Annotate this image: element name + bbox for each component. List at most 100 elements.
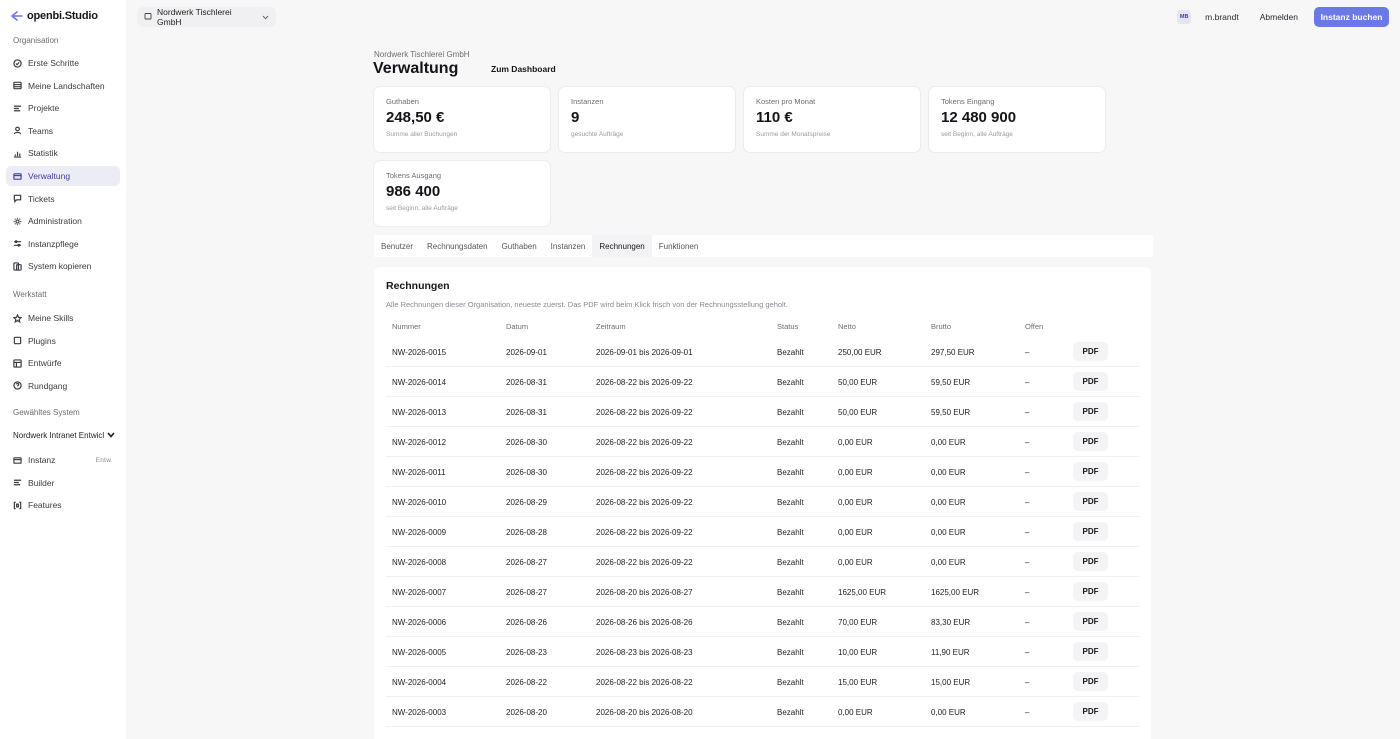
cell-datum: 2026-08-27 [506, 557, 547, 567]
table-row: NW-2026-0003 2026-08-20 2026-08-20 bis 202… [386, 697, 1139, 727]
pdf-download-button[interactable]: PDF [1073, 372, 1108, 391]
table-row: NW-2026-0014 2026-08-31 2026-08-22 bis 202… [386, 367, 1139, 397]
avatar[interactable]: MB [1177, 10, 1192, 24]
pdf-download-button[interactable]: PDF [1073, 522, 1108, 541]
kpi-value: 110 € [756, 109, 793, 126]
sidebar-item-tickets[interactable]: Tickets [6, 189, 120, 209]
table-row: NW-2026-0011 2026-08-30 2026-08-22 bis 202… [386, 457, 1139, 487]
cell-datum: 2026-08-20 [506, 707, 547, 717]
system-select[interactable]: Nordwerk Intranet Entwicl [7, 426, 121, 444]
kpi-subtitle: Summe der Monatspreise [756, 131, 831, 138]
sidebar-item-entwuerfe[interactable]: Entwürfe [6, 353, 120, 373]
table-row: NW-2026-0012 2026-08-30 2026-08-22 bis 202… [386, 427, 1139, 457]
dashboard-link[interactable]: Zum Dashboard [491, 64, 556, 74]
cell-zeitraum: 2026-08-26 bis 2026-08-26 [596, 617, 693, 627]
tab-bar: Benutzer Rechnungsdaten Guthaben Instanzen R… [374, 235, 1153, 257]
kpi-label: Kosten pro Monat [756, 97, 816, 106]
cell-nummer: NW-2026-0013 [392, 407, 447, 417]
sidebar-item-plugins[interactable]: Plugins [6, 331, 120, 351]
sidebar-item-projekte[interactable]: Projekte [6, 98, 120, 118]
tab-guthaben[interactable]: Guthaben [495, 235, 544, 257]
section-title-werkstatt: Werkstatt [13, 290, 47, 299]
cell-nummer: NW-2026-0012 [392, 437, 447, 447]
table-row: NW-2026-0013 2026-08-31 2026-08-22 bis 202… [386, 397, 1139, 427]
pdf-download-button[interactable]: PDF [1073, 402, 1108, 421]
tab-benutzer[interactable]: Benutzer [374, 235, 420, 257]
pdf-download-button[interactable]: PDF [1073, 612, 1108, 631]
sidebar-item-verwaltung[interactable]: Verwaltung [6, 166, 120, 186]
sidebar-item-instanz[interactable]: Instanz Entw. [6, 450, 120, 470]
cell-offen: – [1025, 347, 1030, 357]
sidebar-item-instanzpflege[interactable]: Instanzpflege [6, 234, 120, 254]
cell-nummer: NW-2026-0006 [392, 617, 447, 627]
breadcrumb-org: Nordwerk Tischlerei GmbH [374, 50, 470, 59]
username: m.brandt [1205, 12, 1239, 22]
book-instance-button[interactable]: Instanz buchen [1314, 7, 1389, 27]
pdf-download-button[interactable]: PDF [1073, 432, 1108, 451]
cell-status: Bezahlt [777, 467, 804, 477]
kpi-subtitle: gesuchte Aufträge [571, 131, 624, 138]
sidebar-item-builder[interactable]: Builder [6, 473, 120, 493]
sidebar-item-erste-schritte[interactable]: Erste Schritte [6, 53, 120, 73]
pdf-download-button[interactable]: PDF [1073, 642, 1108, 661]
sidebar-item-system-kopieren[interactable]: System kopieren [6, 256, 120, 276]
tab-rechnungsdaten[interactable]: Rechnungsdaten [420, 235, 495, 257]
org-switcher[interactable]: Nordwerk Tischlerei GmbH [137, 7, 276, 27]
cell-brutto: 11,90 EUR [931, 647, 970, 657]
brand-logo[interactable]: openbi.Studio [9, 8, 98, 24]
pdf-download-button[interactable]: PDF [1073, 672, 1108, 691]
system-select-value: Nordwerk Intranet Entwicl [13, 430, 105, 440]
sidebar-item-rundgang[interactable]: Rundgang [6, 376, 120, 396]
sidebar-item-administration[interactable]: Administration [6, 211, 120, 231]
cell-status: Bezahlt [777, 677, 804, 687]
star-icon [13, 313, 22, 323]
sidebar-item-label: Statistik [28, 148, 58, 159]
sidebar-item-label: Meine Skills [28, 313, 74, 323]
sidebar-item-label: Builder [28, 477, 55, 488]
cell-netto: 1625,00 EUR [838, 587, 887, 597]
cell-offen: – [1025, 437, 1030, 447]
sidebar-item-teams[interactable]: Teams [6, 121, 120, 141]
card-icon [13, 172, 22, 181]
tab-funktionen[interactable]: Funktionen [652, 235, 706, 257]
cell-netto: 70,00 EUR [838, 617, 878, 627]
cell-netto: 50,00 EUR [838, 377, 878, 387]
pdf-download-button[interactable]: PDF [1073, 702, 1108, 721]
sidebar-item-label: Instanz [28, 455, 56, 465]
cell-netto: 0,00 EUR [838, 497, 873, 507]
sidebar-item-label: Entwürfe [28, 358, 62, 369]
org-switcher-label: Nordwerk Tischlerei GmbH [157, 7, 232, 27]
tab-instanzen[interactable]: Instanzen [544, 235, 593, 257]
cell-nummer: NW-2026-0003 [392, 707, 447, 717]
sidebar-item-meine-skills[interactable]: Meine Skills [6, 308, 120, 328]
brand-name: openbi.Studio [27, 10, 98, 22]
pdf-download-button[interactable]: PDF [1073, 582, 1108, 601]
table-row: NW-2026-0007 2026-08-27 2026-08-20 bis 202… [386, 577, 1139, 607]
sidebar-item-meine-landschaften[interactable]: Meine Landschaften [6, 76, 120, 96]
sidebar-item-label: Projekte [28, 103, 60, 114]
cell-status: Bezahlt [777, 347, 804, 357]
cell-nummer: NW-2026-0007 [392, 587, 447, 597]
cell-offen: – [1025, 527, 1030, 537]
cell-zeitraum: 2026-08-22 bis 2026-09-22 [596, 527, 693, 537]
pdf-download-button[interactable]: PDF [1073, 342, 1108, 361]
help-circle-icon [13, 381, 22, 390]
sidebar-item-statistik[interactable]: Statistik [6, 143, 120, 163]
sidebar-item-features[interactable]: Features [6, 495, 120, 515]
cell-status: Bezahlt [777, 527, 804, 537]
sliders-icon [13, 239, 22, 248]
panel-description: Alle Rechnungen dieser Organisation, neu… [386, 300, 788, 309]
tab-rechnungen[interactable]: Rechnungen [592, 235, 652, 257]
logout-link[interactable]: Abmelden [1260, 12, 1298, 22]
cell-offen: – [1025, 377, 1030, 387]
pdf-download-button[interactable]: PDF [1073, 462, 1108, 481]
table-row: NW-2026-0010 2026-08-29 2026-08-22 bis 202… [386, 487, 1139, 517]
chevron-down-icon [262, 13, 269, 22]
kpi-card-tokens-eingang: Tokens Eingang 12 480 900 seit Beginn, all… [929, 87, 1105, 152]
cell-datum: 2026-08-30 [506, 437, 547, 447]
cell-nummer: NW-2026-0015 [392, 347, 447, 357]
pdf-download-button[interactable]: PDF [1073, 552, 1108, 571]
cell-brutto: 0,00 EUR [931, 557, 966, 567]
pdf-download-button[interactable]: PDF [1073, 492, 1108, 511]
cell-zeitraum: 2026-08-22 bis 2026-09-22 [596, 467, 693, 477]
